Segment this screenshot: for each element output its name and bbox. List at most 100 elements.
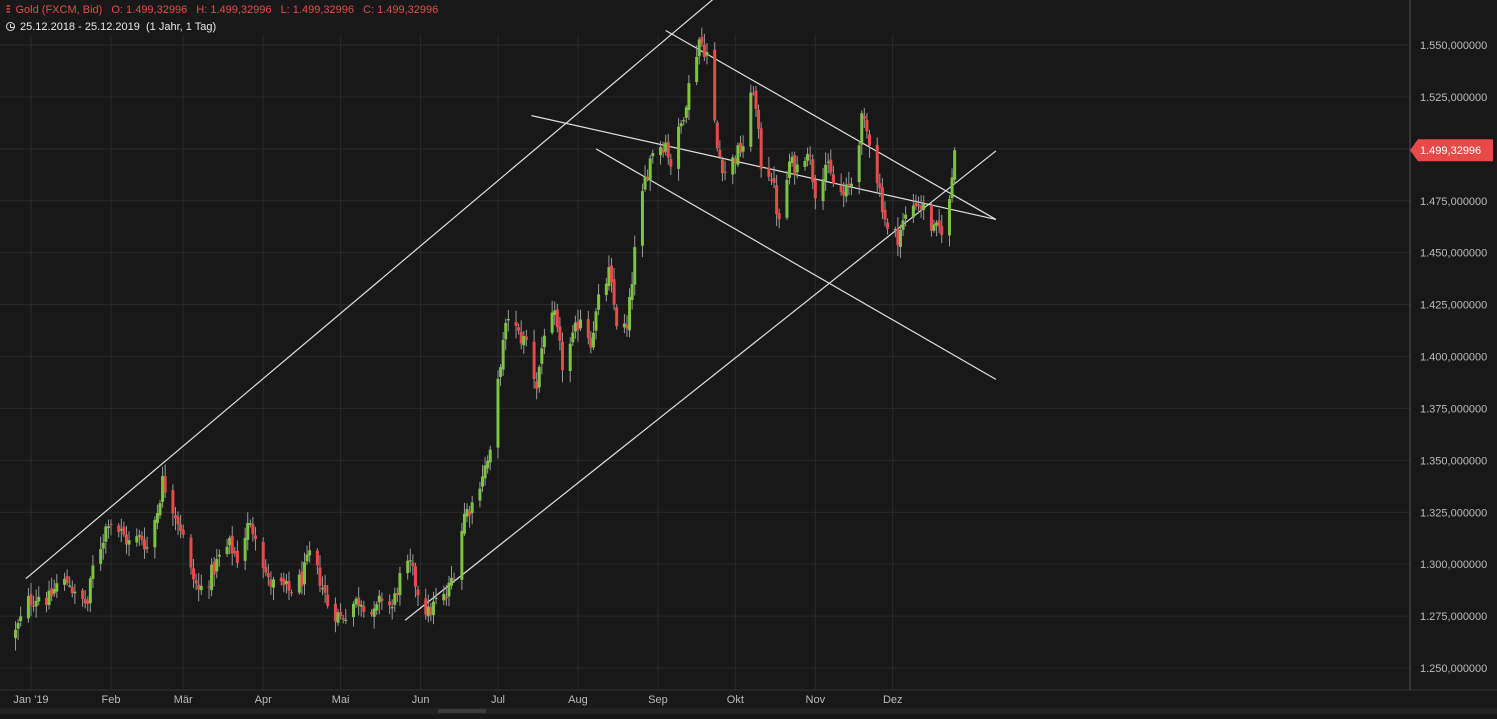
candle-body [135,536,139,543]
chart-svg[interactable]: 1.250,000000 1.275,000000 1.300,000000 1.32… [0,0,1497,714]
chart-area[interactable]: 1.250,000000 1.275,000000 1.300,000000 1.32… [0,0,1497,714]
candle-body [300,571,304,587]
candle-body [26,596,30,619]
candle-body [117,525,121,532]
candle-body [648,158,652,181]
candle-body [785,179,789,218]
candle-body [336,612,340,623]
candle-body [388,601,392,606]
high-value: H: 1.499,32996 [196,4,272,16]
candle-body [127,540,131,545]
date-range: 25.12.2018 - 25.12.2019 [20,21,140,33]
candle-body [633,247,637,285]
y-tick-label: 1.425,000000 [1420,300,1487,312]
candle-body [576,321,580,331]
candle-body [282,578,286,586]
candle-body [720,159,724,174]
open-value: O: 1.499,32996 [111,4,188,16]
candle-body [63,578,67,585]
x-tick-label: Sep [648,694,668,706]
candle-body [651,153,655,157]
candle-body [950,177,954,199]
candle-body [287,580,291,591]
candle-body [210,564,214,591]
candle-body [664,142,668,152]
candle-body [506,319,510,321]
candle-body [377,595,381,603]
candle-body [813,179,817,199]
candle-body [264,567,268,573]
candle-body [937,220,941,227]
x-tick-label: Dez [883,694,903,706]
candle-body [19,616,23,622]
candle-body [393,593,397,605]
candle-body [14,629,18,639]
candle-body [119,529,123,531]
candle-body [199,585,203,591]
y-tick-label: 1.475,000000 [1420,196,1487,208]
candle-body [824,164,828,181]
candle-body [586,319,590,338]
candle-body [486,460,490,469]
candle-body [849,183,853,187]
candle-body [101,542,105,549]
time-scrollbar[interactable] [0,708,1497,714]
trend-line [25,0,714,580]
candle-body [272,579,276,588]
candle-body [555,309,559,328]
candle-body [124,534,128,545]
candle-body [341,617,345,620]
candle-body [947,198,951,236]
candle-body [390,607,394,609]
candle-body [829,159,833,173]
candle-body [106,526,110,529]
candle-body [179,524,183,531]
candle-body [302,562,306,585]
scrollbar-thumb[interactable] [438,709,486,713]
candle-body [246,522,250,540]
candle-body [359,604,363,607]
candle-body [104,526,108,542]
candle-body [411,562,415,566]
candle-body [594,311,598,331]
candle-body [715,122,719,149]
candle-body [767,167,771,177]
candle-body [517,327,521,331]
candle-body [597,294,601,310]
candle-body [192,568,196,580]
candle-body [137,535,141,537]
trend-line [404,150,997,621]
candle-body [155,513,159,524]
candle-body [372,608,376,617]
candle-body [406,560,410,574]
candle-body [839,185,843,193]
candle-body [321,588,325,590]
candle-body [442,593,446,601]
candle-body [628,296,632,331]
candle-body [408,560,412,562]
candle-body [677,126,681,169]
x-tick-label: Jan '19 [13,694,48,706]
candle-body [757,109,761,129]
symbol-label: Gold (FXCM, Bid) [15,4,103,16]
candle-body [919,205,923,210]
candle-body [395,593,399,596]
candle-body [431,601,435,616]
candle-body [769,179,773,181]
low-value: L: 1.499,32996 [280,4,354,16]
candle-body [901,220,905,230]
candle-body [560,341,564,371]
y-tick-label: 1.400,000000 [1420,352,1487,364]
candle-body [713,49,717,121]
candle-body [646,176,650,179]
candle-body [522,335,526,346]
candle-body [32,605,36,607]
candle-body [315,550,319,566]
x-tick-label: Nov [806,694,826,706]
y-tick-label: 1.325,000000 [1420,507,1487,519]
candle-body [326,594,330,606]
candle-body [558,326,562,341]
candle-body [607,267,611,287]
candle-body [81,590,85,600]
candle-body [434,597,438,600]
